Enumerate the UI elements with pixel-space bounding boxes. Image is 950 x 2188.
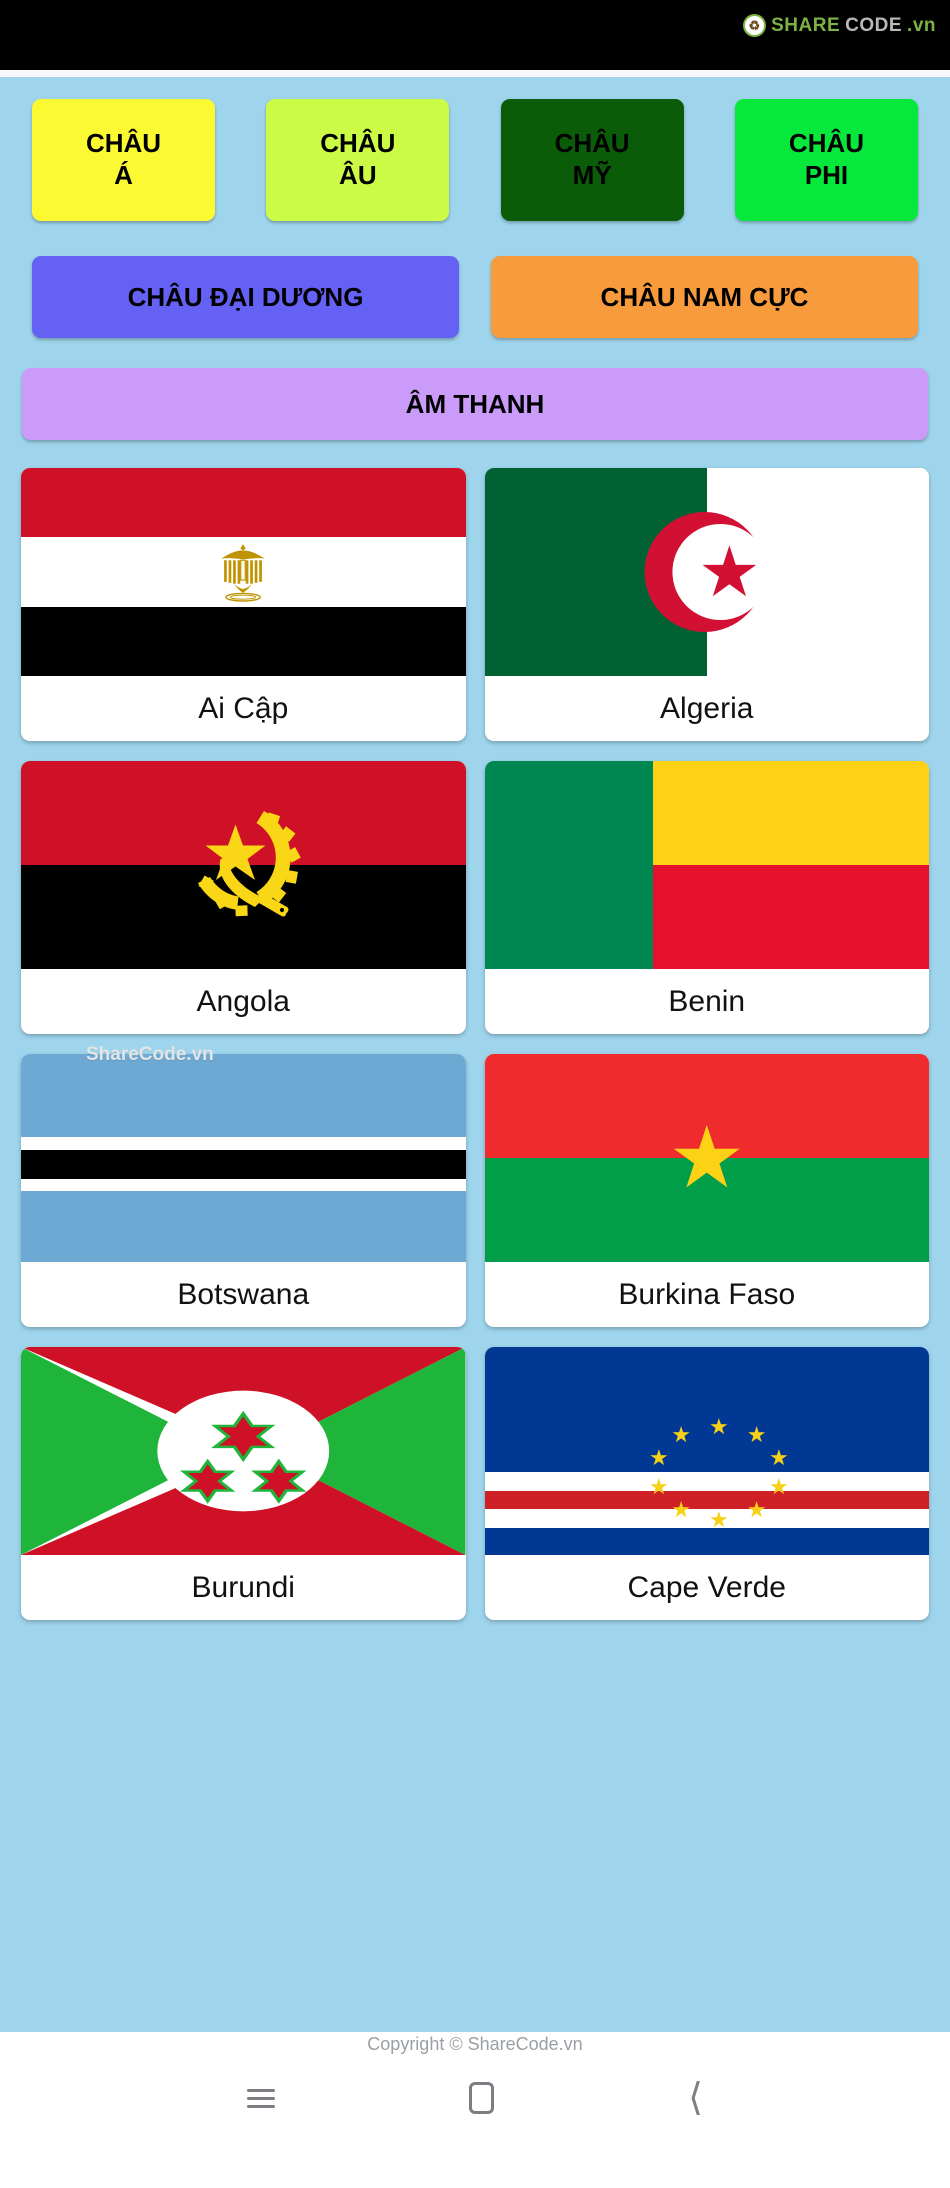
flag-image-benin (484, 761, 929, 969)
continent-button-europe-line2: ÂU (339, 160, 377, 190)
flag-image-botswana (21, 1054, 466, 1262)
logo-text-vn: .vn (907, 14, 936, 36)
sound-button[interactable]: ÂM THANH (22, 368, 928, 440)
sound-button-row: ÂM THANH (12, 368, 938, 440)
flag-card-label: Burundi (191, 1570, 295, 1604)
flag-image-burundi (21, 1347, 466, 1555)
copyright-text: Copyright © ShareCode.vn (367, 2034, 583, 2054)
continent-button-america-line2: MỸ (572, 160, 612, 190)
home-icon[interactable] (469, 2082, 495, 2114)
logo-text-share: SHARE (771, 14, 841, 36)
eagle-of-saladin-icon (221, 544, 265, 602)
back-icon[interactable]: ⟨ (688, 2079, 703, 2117)
flag-image-cape-verde: ★ ★ ★ ★ ★ ★ ★ ★ ★ ★ (484, 1347, 929, 1555)
flag-card-label: Botswana (177, 1277, 310, 1311)
sharecode-logo-mark: ♻ (743, 14, 767, 37)
flag-card-burundi[interactable]: Burundi (21, 1347, 466, 1620)
page-gap (0, 70, 950, 77)
flag-card-label: Cape Verde (627, 1570, 786, 1604)
logo-text-code: CODE (845, 14, 903, 36)
wide-button-row: CHÂU ĐẠI DƯƠNG CHÂU NAM CỰC (12, 256, 938, 338)
flag-card-ai-cap[interactable]: Ai Cập (21, 468, 466, 741)
status-bar: ♻ SHARE CODE .vn (0, 0, 950, 70)
continent-button-europe-line1: CHÂU (320, 128, 396, 159)
continent-button-africa[interactable]: CHÂU PHI (734, 99, 918, 221)
flag-card-label: Algeria (660, 691, 754, 725)
continent-button-oceania[interactable]: CHÂU ĐẠI DƯƠNG (32, 256, 459, 338)
flag-image-algeria: ★ (484, 468, 929, 676)
flag-grid: Ai Cập ★ Algeria Angola Benin Botswana ★… (12, 468, 938, 1620)
continent-button-america-line1: CHÂU (554, 128, 630, 159)
menu-icon[interactable] (247, 2084, 276, 2113)
flag-image-ai-cap (21, 468, 466, 676)
star-icon: ★ (668, 1110, 746, 1206)
flag-image-burkina-faso: ★ (484, 1054, 929, 1262)
sharecode-logo: ♻ SHARE CODE .vn (743, 14, 936, 37)
flag-image-angola (21, 761, 466, 969)
continent-button-asia[interactable]: CHÂU Á (32, 99, 215, 221)
continent-button-africa-line2: PHI (804, 160, 849, 190)
flag-card-benin[interactable]: Benin (484, 761, 929, 1034)
system-nav-bar: ⟨ (0, 2079, 950, 2117)
flag-card-label: Ai Cập (198, 691, 289, 725)
flag-card-botswana[interactable]: Botswana (21, 1054, 466, 1327)
footer: Copyright © ShareCode.vn ⟨ (0, 2032, 950, 2188)
flag-card-algeria[interactable]: ★ Algeria (484, 468, 929, 741)
continent-button-asia-line1: CHÂU (85, 128, 162, 159)
continent-button-europe[interactable]: CHÂU ÂU (266, 99, 450, 221)
continent-button-asia-line2: Á (114, 160, 133, 190)
flag-card-label: Angola (196, 984, 290, 1018)
continent-button-africa-line1: CHÂU (788, 128, 865, 159)
flag-card-angola[interactable]: Angola (21, 761, 466, 1034)
gear-machete-star-icon (198, 811, 302, 917)
continent-button-antarctica[interactable]: CHÂU NAM CỰC (491, 256, 918, 338)
star-icon: ★ (697, 533, 761, 611)
flag-card-burkina-faso[interactable]: ★ Burkina Faso (484, 1054, 929, 1327)
flag-card-label: Benin (668, 984, 746, 1018)
burundi-saltire (21, 1347, 466, 1555)
flag-card-cape-verde[interactable]: ★ ★ ★ ★ ★ ★ ★ ★ ★ ★ Cape Verde (484, 1347, 929, 1620)
app-body: CHÂU Á CHÂU ÂU CHÂU MỸ CHÂU PHI CHÂU ĐẠI… (0, 77, 950, 2032)
flag-card-label: Burkina Faso (618, 1277, 796, 1311)
continent-button-america[interactable]: CHÂU MỸ (500, 99, 684, 221)
continent-button-row: CHÂU Á CHÂU ÂU CHÂU MỸ CHÂU PHI (12, 99, 938, 221)
